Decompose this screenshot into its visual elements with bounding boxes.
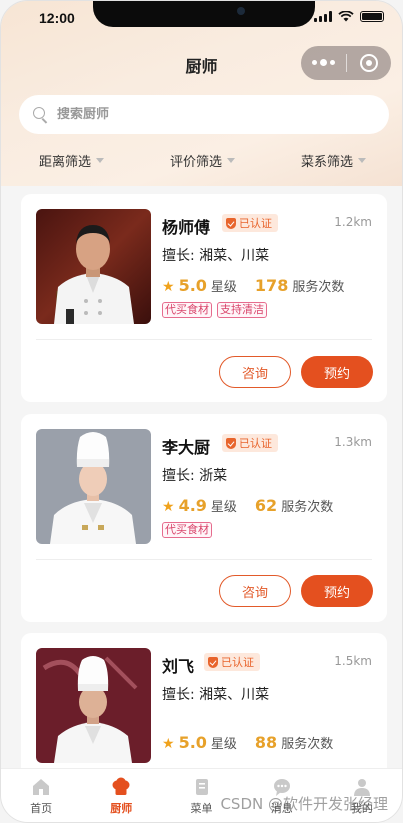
chef-distance: 1.5km (334, 654, 372, 668)
chef-rating: 5.0 (178, 276, 207, 295)
filter-distance-label: 距离筛选 (39, 155, 92, 170)
tab-label: 厨师 (110, 802, 133, 815)
tab-label: 菜单 (190, 802, 213, 815)
more-icon[interactable] (301, 59, 346, 66)
chef-name: 刘飞 (162, 657, 195, 676)
certified-badge: 已认证 (204, 653, 260, 671)
certified-badge: 已认证 (222, 434, 278, 452)
notch (93, 1, 315, 27)
chef-rating: 4.9 (178, 496, 207, 515)
consult-button[interactable]: 咨询 (219, 356, 291, 388)
certified-label: 已认证 (239, 437, 272, 450)
home-icon (33, 779, 50, 795)
consult-button[interactable]: 咨询 (219, 575, 291, 607)
tag: 代买食材 (162, 302, 212, 318)
book-button[interactable]: 预约 (301, 575, 373, 607)
chef-photo (36, 209, 151, 324)
chef-name: 杨师傅 (162, 218, 211, 237)
shield-check-icon (226, 217, 236, 229)
search-input[interactable] (57, 107, 357, 122)
star-icon: ★ (162, 279, 175, 295)
status-icons (314, 11, 384, 22)
phone-screen: 12:00 厨师 距离筛选 评价筛选 菜系筛选 (0, 0, 403, 823)
chevron-down-icon (227, 158, 236, 163)
chef-card[interactable]: 杨师傅 已认证 1.2km 擅长: 湘菜、川菜 ★ 5.0 星级 178 服务次… (21, 194, 387, 402)
service-unit: 服务次数 (281, 500, 334, 515)
chevron-down-icon (96, 158, 105, 163)
rating-unit: 星级 (210, 737, 237, 752)
chef-name: 李大厨 (162, 438, 211, 457)
chef-stats: ★ 5.0 星级 88 服务次数 (162, 733, 333, 752)
divider (36, 339, 372, 340)
service-unit: 服务次数 (292, 280, 345, 295)
service-count: 178 (254, 276, 289, 295)
filter-cuisine[interactable]: 菜系筛选 (301, 151, 367, 170)
star-icon: ★ (162, 499, 175, 515)
filter-distance[interactable]: 距离筛选 (39, 151, 105, 170)
menu-icon (195, 779, 208, 795)
divider (36, 559, 372, 560)
certified-label: 已认证 (239, 217, 272, 230)
chef-tags: 代买食材 (162, 522, 212, 538)
camera-dot (237, 7, 245, 15)
rating-unit: 星级 (210, 280, 237, 295)
service-count: 62 (254, 496, 278, 515)
book-button[interactable]: 预约 (301, 356, 373, 388)
service-unit: 服务次数 (281, 737, 334, 752)
chef-photo (36, 429, 151, 544)
chef-distance: 1.3km (334, 435, 372, 449)
tab-home[interactable]: 首页 (1, 769, 81, 822)
search-bar[interactable] (19, 95, 389, 134)
chef-specialty: 擅长: 湘菜、川菜 (162, 687, 270, 703)
signal-icon (314, 11, 332, 22)
star-icon: ★ (162, 736, 175, 752)
certified-badge: 已认证 (222, 214, 278, 232)
tag: 支持清洁 (217, 302, 267, 318)
filter-rating-label: 评价筛选 (170, 155, 223, 170)
chef-specialty: 擅长: 湘菜、川菜 (162, 248, 270, 264)
chef-specialty: 擅长: 浙菜 (162, 468, 228, 484)
mini-program-capsule (301, 46, 391, 80)
filter-rating[interactable]: 评价筛选 (170, 151, 236, 170)
rating-unit: 星级 (210, 500, 237, 515)
search-icon (33, 106, 49, 123)
chef-hat-icon (112, 777, 130, 795)
close-target-icon[interactable] (347, 54, 391, 72)
filter-cuisine-label: 菜系筛选 (301, 155, 354, 170)
status-time: 12:00 (39, 10, 75, 26)
battery-icon (360, 11, 384, 22)
wifi-icon (338, 11, 354, 22)
tab-chef[interactable]: 厨师 (81, 769, 161, 822)
chef-distance: 1.2km (334, 215, 372, 229)
tab-label: 首页 (30, 802, 53, 815)
certified-label: 已认证 (221, 656, 254, 669)
tag: 代买食材 (162, 522, 212, 538)
filter-bar: 距离筛选 评价筛选 菜系筛选 (1, 151, 402, 171)
chef-stats: ★ 5.0 星级 178 服务次数 (162, 276, 344, 295)
watermark: CSDN @软件开发张经理 (220, 795, 388, 813)
shield-check-icon (208, 656, 218, 668)
shield-check-icon (226, 437, 236, 449)
chef-tags: 代买食材 支持清洁 (162, 302, 267, 318)
chevron-down-icon (358, 158, 367, 163)
chef-rating: 5.0 (178, 733, 207, 752)
chef-photo (36, 648, 151, 763)
chef-card[interactable]: 李大厨 已认证 1.3km 擅长: 浙菜 ★ 4.9 星级 62 服务次数 代买… (21, 414, 387, 622)
service-count: 88 (254, 733, 278, 752)
chef-stats: ★ 4.9 星级 62 服务次数 (162, 496, 333, 515)
